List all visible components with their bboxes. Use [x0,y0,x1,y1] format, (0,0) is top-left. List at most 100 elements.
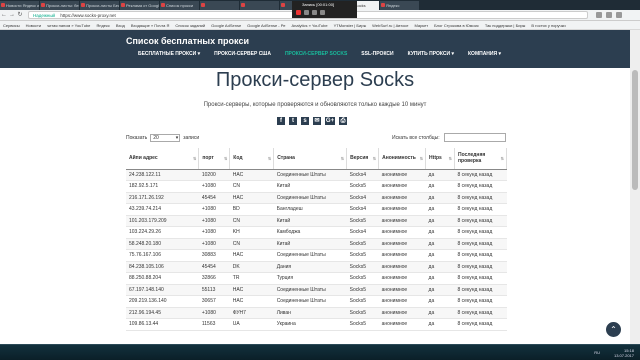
sort-icon[interactable]: ⇅ [224,156,227,162]
email-icon[interactable]: ✉ [313,117,321,125]
table-cell: 8 секунд назад [454,249,507,262]
sort-icon[interactable]: ⇅ [501,156,504,162]
bookmark-item[interactable]: Входящие » Почта Я [128,23,173,28]
sort-icon[interactable]: ⇅ [268,156,271,162]
nav-item[interactable]: ПРОКСИ-СЕРВЕР SOCKS [285,51,347,57]
entries-select[interactable]: 20 [150,134,181,142]
browser-tab[interactable] [240,1,280,10]
close-icon[interactable] [320,10,325,15]
bookmark-item[interactable]: YTMonster | Бирж [331,23,370,28]
clock[interactable]: 15:18 13.07.2017 [614,348,634,358]
menu-icon[interactable] [616,12,622,18]
recording-timer: Запись [00:01:00] [302,2,335,7]
browser-tab[interactable]: Реклама от Google [120,1,160,10]
reload-icon[interactable]: ↻ [16,11,24,19]
bookmark-item[interactable]: Список заданий [172,23,208,28]
table-row[interactable]: 212.96.194.45 +1080 ФУН7 Ливан Socks5 анонимн… [126,307,507,319]
bookmark-star-icon[interactable] [596,12,602,18]
table-row[interactable]: 88.250.88.204 32866 TR Турция Socks5 анонимно… [126,272,507,285]
bookmark-item[interactable]: Вход [113,23,128,28]
table-cell: 212.96.194.45 [126,307,199,319]
sort-icon[interactable]: ⇅ [341,156,344,162]
bookmark-item[interactable]: В гостях у поручки [528,23,568,28]
table-row[interactable]: 103.224.29.26 +1080 KH Камбоджа Socks4 аноним… [126,226,507,239]
column-header[interactable]: Версия ⇅ [346,148,380,170]
table-row[interactable]: 216.171.26.192 45454 НАС Соединенные Штаты S… [126,192,507,204]
language-indicator[interactable]: RU [594,350,600,355]
tab-title: Реклама от Google [126,3,160,8]
search-label: Искать все столбцы: [392,134,440,141]
screen-recorder-overlay[interactable]: Запись [00:01:00] [292,1,357,18]
browser-tab[interactable]: Яндекс [380,1,420,10]
nav-item[interactable]: КОМПАНИЯ ▾ [468,51,501,57]
table-cell: Socks4 [346,226,379,239]
sort-icon[interactable]: ⇅ [449,156,452,162]
nav-item[interactable]: КУПИТЬ ПРОКСИ ▾ [408,51,454,57]
bookmark-item[interactable]: Яндекс [93,23,112,28]
site-title[interactable]: Список бесплатных прокси [126,36,249,46]
bookmark-item[interactable]: Google AdSense - Ре [244,23,288,28]
bookmark-item[interactable]: Analytics » YouTube [288,23,330,28]
scroll-to-top-button[interactable]: ⌃ [606,322,621,337]
column-header[interactable]: Айпи адрес ⇅ [126,148,200,170]
table-row[interactable]: 67.197.148.140 55113 НАС Соединенные Штаты S… [126,284,507,296]
browser-tab[interactable] [200,1,240,10]
table-cell: НАС [229,249,274,262]
scrollbar-thumb[interactable] [632,70,638,190]
table-row[interactable]: 182.92.5.171 +1080 CN Китай Socks5 анонимное д… [126,180,507,193]
table-cell: 103.224.29.26 [126,226,199,239]
forward-icon[interactable]: → [8,11,16,19]
table-row[interactable]: 58.248.20.180 +1080 CN Китай Socks5 анонимное… [126,238,507,250]
record-stop-icon[interactable] [296,10,301,15]
bookmark-item[interactable]: Сервисы [0,23,23,28]
search-input[interactable] [443,133,506,142]
bookmark-item[interactable]: Маркет [412,23,432,28]
column-header[interactable]: Последняя проверка ⇅ [454,148,507,170]
column-header[interactable]: Страна ⇅ [273,148,348,170]
nav-item[interactable]: БЕСПЛАТНЫЕ ПРОКСИ ▾ [138,51,200,57]
facebook-icon[interactable]: f [277,117,285,125]
nav-item[interactable]: ПРОКСИ-СЕРВЕР США [214,51,271,57]
twitter-icon[interactable]: t [289,117,297,125]
table-row[interactable]: 209.219.136.140 30657 НАС Соединенные Штаты… [126,295,507,308]
table-row[interactable]: 109.86.13.44 11563 UA Украина Socks5 анонимно… [126,318,507,331]
pause-icon[interactable] [304,10,309,15]
browser-tab[interactable]: Прокси-листы Бесплатные [80,1,120,10]
table-row[interactable]: 43.239.74.214 +1080 BD Бангладеш Socks4 анони… [126,203,507,216]
table-row[interactable]: 24.238.122.11 10200 НАС Соединенные Штаты So… [126,169,507,181]
table-cell: да [425,215,455,227]
page-scrollbar[interactable] [630,30,640,344]
print-icon[interactable]: ⎙ [339,117,347,125]
column-header[interactable]: Анонимность ⇅ [378,148,427,170]
bookmark-item[interactable]: Google AdSense [208,23,244,28]
bookmark-item[interactable]: Блог Строкова в Юмоис [431,23,482,28]
browser-tab[interactable]: Новости Яндекс ищущих [0,1,40,10]
table-cell: 8 секунд назад [454,261,507,273]
settings-icon[interactable] [312,10,317,15]
table-cell: 101.203.179.209 [126,215,199,227]
table-row[interactable]: 101.203.179.209 +1080 CN Китай Socks5 анонимн… [126,215,507,227]
sort-icon[interactable]: ⇅ [193,156,196,162]
google-plus-icon[interactable]: G+ [325,117,335,125]
bookmark-item[interactable]: Новости [23,23,44,28]
bookmark-item[interactable]: Так поддержки | Бирж [482,23,528,28]
nav-item[interactable]: SSL-ПРОКСИ [361,51,393,57]
sort-icon[interactable]: ⇅ [420,156,423,162]
column-header[interactable]: Код ⇅ [229,148,275,170]
extension-icon[interactable] [606,12,612,18]
table-cell: Соединенные Штаты [273,169,347,181]
table-cell: 84.238.105.106 [126,261,199,273]
sort-icon[interactable]: ⇅ [373,156,376,162]
browser-tab[interactable]: Прокси-листы: бесплатные [40,1,80,10]
back-icon[interactable]: ← [0,11,8,19]
column-header[interactable]: Https ⇅ [425,148,455,170]
table-cell: KH [229,226,274,239]
table-row[interactable]: 84.238.105.106 45454 DK Дания Socks5 анонимно… [126,261,507,273]
bookmark-item[interactable]: читая папом » YouTube [44,23,93,28]
browser-tab[interactable]: Список прокси [160,1,200,10]
column-header[interactable]: порт ⇅ [198,148,231,170]
table-cell: 8 секунд назад [454,169,507,181]
bookmark-item[interactable]: WebSurf.ru | Автосе [369,23,411,28]
table-row[interactable]: 75.76.167.106 30883 НАС Соединенные Штаты So… [126,249,507,262]
skype-icon[interactable]: s [301,117,309,125]
